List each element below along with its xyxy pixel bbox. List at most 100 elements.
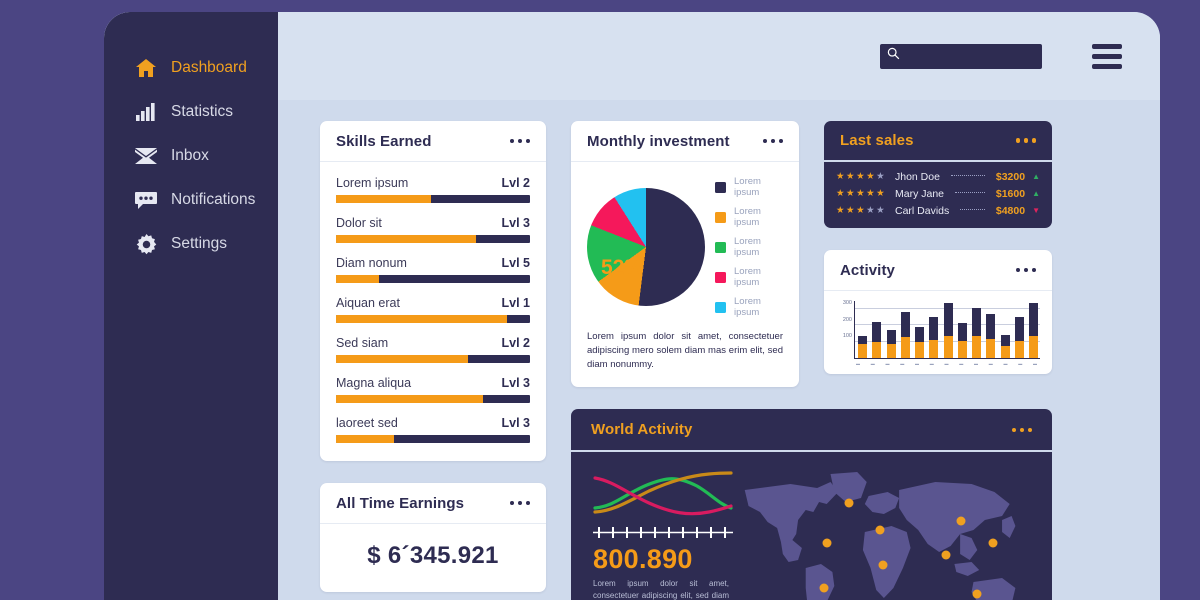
sidebar-item-label: Statistics: [171, 103, 234, 121]
legend-label: Lorem ipsum: [734, 176, 761, 198]
sidebar-item-statistics[interactable]: Statistics: [104, 90, 278, 134]
map-dot: [878, 560, 888, 570]
bar-item: [957, 323, 967, 358]
bar-item: [943, 302, 953, 358]
investment-caption: Lorem ipsum dolor sit amet, consectetuer…: [587, 331, 783, 370]
card-title: World Activity: [591, 421, 693, 439]
skill-name: Dolor sit: [336, 216, 382, 230]
world-activity-card: World Activity 800.890 Lorem ipsum dolor…: [571, 409, 1052, 600]
legend-item: Lorem ipsum: [715, 176, 783, 198]
sidebar-item-inbox[interactable]: Inbox: [104, 134, 278, 178]
activity-body: 100 200 300 ▬ ▬ ▬ ▬ ▬ ▬ ▬ ▬ ▬ ▬ ▬ ▬ ▬: [824, 291, 1052, 374]
more-options-icon[interactable]: [509, 138, 530, 144]
sidebar-item-dashboard[interactable]: Dashboard: [104, 46, 278, 90]
skills-earned-card: Skills Earned Lorem ipsum Lvl 2 Dolor si…: [320, 121, 546, 461]
sale-amount: $3200: [995, 171, 1026, 183]
map-dot: [988, 538, 998, 548]
bar-item: [986, 314, 996, 358]
map-dot: [941, 550, 951, 560]
skill-level: Lvl 2: [501, 176, 531, 190]
skill-name: Sed siam: [336, 336, 389, 350]
table-row[interactable]: ★ ★ ★ ★ ★ Mary Jane $1600 ▲: [836, 188, 1040, 200]
legend-swatch: [715, 211, 726, 223]
sidebar-item-notifications[interactable]: Notifications: [104, 178, 278, 222]
map-dot: [822, 538, 832, 548]
legend-label: Lorem ipsum: [734, 206, 761, 228]
bar-item: [1000, 334, 1010, 358]
more-options-icon[interactable]: [762, 138, 783, 144]
more-options-icon[interactable]: [1015, 138, 1036, 143]
progress-bar: [336, 195, 530, 203]
star-rating: ★ ★ ★ ★ ★: [836, 171, 885, 183]
more-options-icon[interactable]: [509, 500, 530, 506]
gear-icon: [135, 233, 157, 255]
list-item: Magna aliqua Lvl 3: [336, 376, 530, 403]
hamburger-menu-icon[interactable]: [1092, 43, 1122, 69]
earnings-value: $ 6´345.921: [367, 542, 499, 569]
skills-list: Lorem ipsum Lvl 2 Dolor sit Lvl 3 Diam n…: [320, 162, 546, 461]
skill-name: Magna aliqua: [336, 376, 412, 390]
card-header: Monthly investment: [571, 121, 799, 162]
progress-bar: [336, 355, 530, 363]
skill-level: Lvl 3: [501, 416, 531, 430]
column-left: Skills Earned Lorem ipsum Lvl 2 Dolor si…: [320, 121, 546, 592]
card-header: World Activity: [571, 409, 1052, 453]
skill-level: Lvl 3: [501, 376, 531, 390]
sidebar-item-settings[interactable]: Settings: [104, 222, 278, 266]
y-axis: 100 200 300: [842, 300, 852, 340]
main-area: Skills Earned Lorem ipsum Lvl 2 Dolor si…: [278, 12, 1160, 600]
skill-name: laoreet sed: [336, 416, 398, 430]
map-continents: [744, 472, 1016, 600]
earnings-body: $ 6´345.921: [320, 524, 546, 592]
search-icon: [887, 47, 900, 65]
skill-level: Lvl 3: [501, 216, 531, 230]
more-options-icon[interactable]: [1011, 427, 1032, 433]
legend-label: Lorem ipsum: [734, 266, 761, 288]
sidebar-item-label: Dashboard: [171, 59, 247, 77]
world-description: Lorem ipsum dolor sit amet, consectetuer…: [593, 579, 729, 600]
legend-item: Lorem ipsum: [715, 266, 783, 288]
bar-item: [858, 336, 867, 358]
bar-item: [972, 308, 981, 358]
map-dot: [819, 583, 828, 593]
world-stats: 800.890 Lorem ipsum dolor sit amet, cons…: [571, 468, 739, 600]
activity-bar-chart: 100 200 300: [832, 300, 1040, 359]
tick-axis: [593, 527, 733, 539]
card-title: Activity: [840, 261, 895, 279]
search-input[interactable]: [904, 49, 1028, 63]
monthly-investment-card: Monthly investment 52% Lorem ipsum Lorem…: [571, 121, 799, 388]
table-row[interactable]: ★ ★ ★ ★ ★ Carl Davids $4800 ▼: [836, 205, 1040, 217]
sidebar: Dashboard Statistics Inbox Notifications…: [104, 12, 278, 600]
customer-name: Carl Davids: [895, 205, 950, 217]
skill-level: Lvl 2: [501, 336, 531, 350]
pie-slices: [587, 188, 705, 306]
legend-item: Lorem ipsum: [715, 236, 783, 258]
search-box[interactable]: [880, 43, 1042, 69]
skill-level: Lvl 5: [501, 256, 531, 270]
trend-up-icon: ▲: [1032, 189, 1040, 198]
sale-amount: $4800: [995, 205, 1026, 217]
sales-list: ★ ★ ★ ★ ★ Jhon Doe $3200 ▲ ★ ★ ★ ★ ★ Mary Jane: [824, 162, 1052, 228]
card-title: All Time Earnings: [336, 494, 465, 512]
sidebar-item-label: Settings: [171, 235, 228, 253]
bar-item: [929, 316, 939, 358]
table-row[interactable]: ★ ★ ★ ★ ★ Jhon Doe $3200 ▲: [836, 171, 1040, 183]
card-header: All Time Earnings: [320, 483, 546, 524]
dashboard-content: Skills Earned Lorem ipsum Lvl 2 Dolor si…: [278, 100, 1160, 600]
map-dot: [844, 498, 854, 508]
chat-bubble-icon: [135, 189, 157, 211]
trend-down-icon: ▼: [1032, 206, 1040, 215]
skill-level: Lvl 1: [501, 296, 531, 310]
map-dot: [875, 525, 885, 535]
bar-item: [900, 311, 910, 358]
more-options-icon[interactable]: [1015, 267, 1036, 273]
bar-item: [1014, 316, 1024, 358]
trend-up-icon: ▲: [1032, 172, 1040, 181]
activity-card: Activity 100 200 300 ▬ ▬ ▬ ▬ ▬ ▬ ▬ ▬ ▬ ▬…: [824, 250, 1052, 374]
bar-item: [1029, 303, 1038, 358]
bar-series: [858, 301, 1038, 358]
customer-name: Mary Jane: [895, 188, 945, 200]
list-item: laoreet sed Lvl 3: [336, 416, 530, 443]
card-header: Skills Earned: [320, 121, 546, 162]
list-item: Diam nonum Lvl 5: [336, 256, 530, 283]
